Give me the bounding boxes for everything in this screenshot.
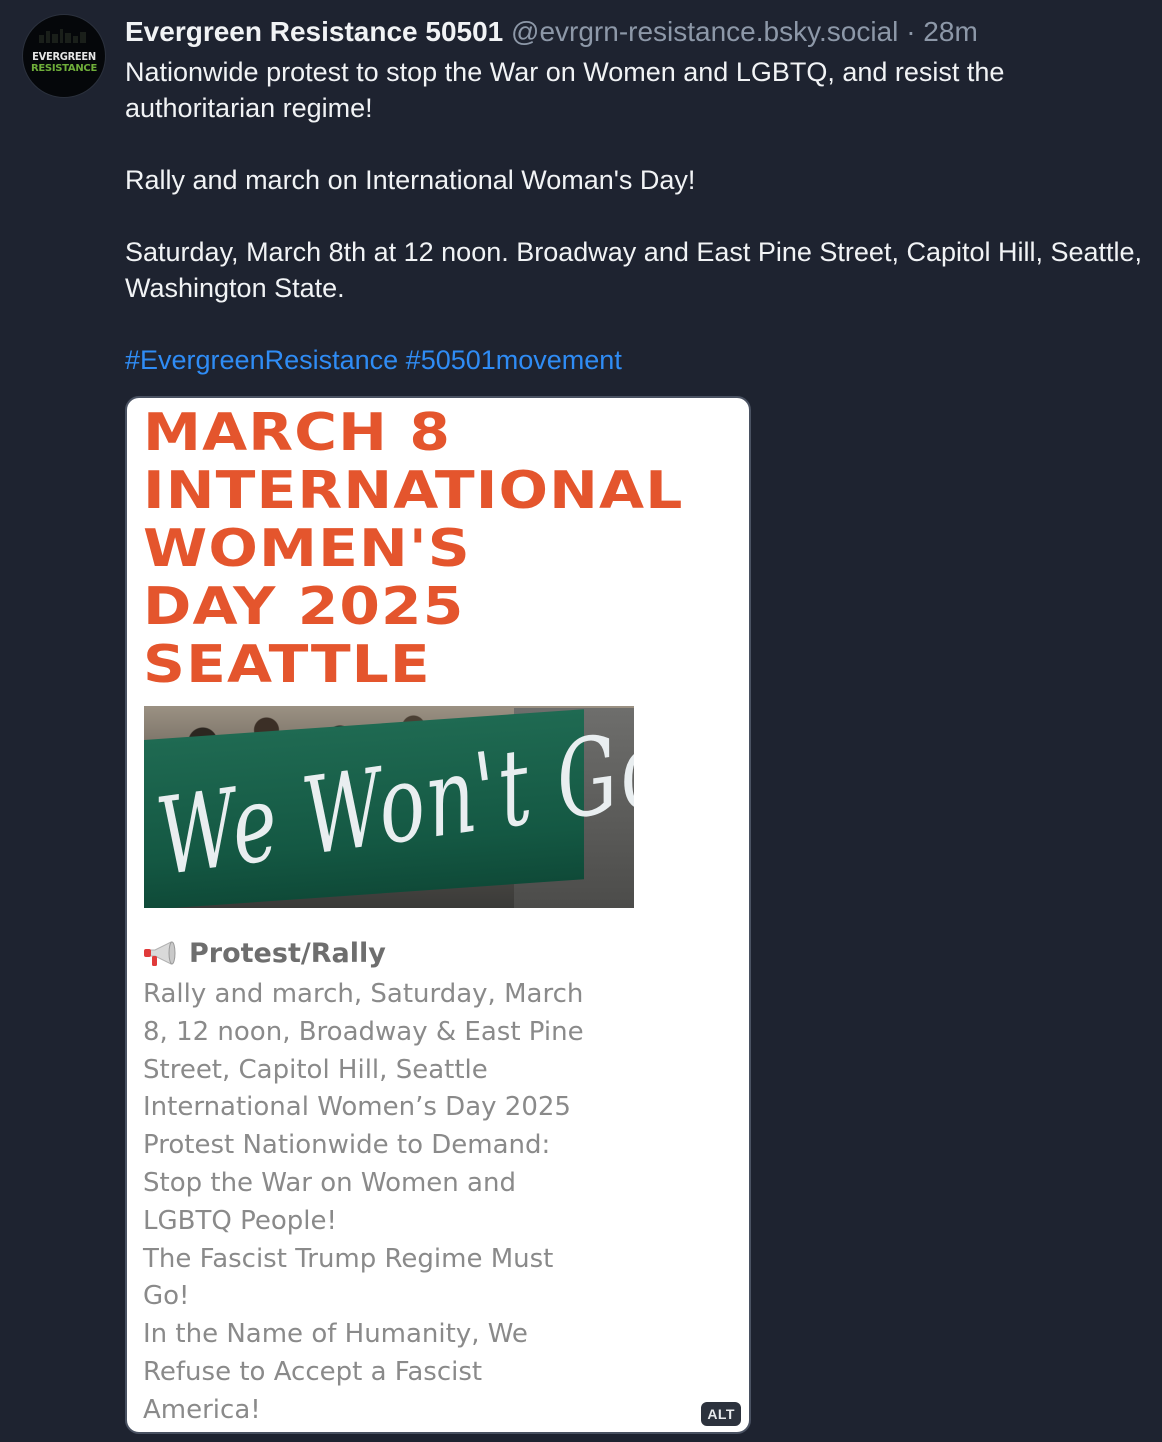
skyline-icon — [37, 29, 91, 43]
flyer-headline: MARCH 8 INTERNATIONAL WOMEN'S DAY 2025 S… — [143, 404, 683, 694]
post-text: Nationwide protest to stop the War on Wo… — [125, 54, 1145, 378]
headline-line: WOMEN'S — [143, 519, 471, 579]
body-line: In the Name of Humanity, We — [143, 1319, 528, 1350]
post-paragraph-2: Rally and march on International Woman's… — [125, 165, 696, 195]
avatar-text-evergreen: EVERGREEN — [32, 49, 96, 63]
body-line: Stop the War on Women and — [143, 1167, 516, 1198]
protest-photo: We Won't Go Back — [144, 706, 634, 908]
headline-line: DAY 2025 — [143, 577, 465, 637]
body-line: Refuse to Accept a Fascist — [143, 1356, 483, 1387]
post-paragraph-3: Saturday, March 8th at 12 noon. Broadway… — [125, 237, 1143, 303]
body-line: Protest Nationwide to Demand: — [143, 1130, 551, 1161]
body-line: The Fascist Trump Regime Must — [143, 1243, 554, 1274]
hashtag-50501movement[interactable]: #50501movement — [406, 345, 622, 375]
megaphone-icon — [144, 941, 176, 966]
flyer-details: Protest/Rally Rally and march, Saturday,… — [143, 936, 613, 1430]
avatar-text-resistance: RESISTANCE — [31, 62, 97, 74]
timestamp[interactable]: 28m — [923, 16, 977, 47]
post-header: Evergreen Resistance 50501 @evrgrn-resis… — [125, 14, 1145, 50]
separator-dot: · — [906, 16, 916, 47]
headline-line: MARCH 8 — [143, 403, 451, 463]
body-line: Go! — [143, 1281, 190, 1312]
avatar[interactable]: EVERGREEN RESISTANCE — [22, 14, 106, 98]
embedded-image[interactable]: MARCH 8 INTERNATIONAL WOMEN'S DAY 2025 S… — [125, 396, 751, 1434]
post: Evergreen Resistance 50501 @evrgrn-resis… — [125, 14, 1145, 378]
post-paragraph-1: Nationwide protest to stop the War on Wo… — [125, 57, 1005, 123]
hashtags: #EvergreenResistance #50501movement — [125, 342, 1145, 378]
headline-line: SEATTLE — [143, 635, 431, 695]
handle[interactable]: @evrgrn-resistance.bsky.social — [511, 16, 898, 47]
body-line: 8, 12 noon, Broadway & East Pine — [143, 1016, 584, 1047]
body-line: Rally and march, Saturday, March — [143, 979, 584, 1009]
section-header: Protest/Rally — [143, 936, 613, 972]
hashtag-evergreenresistance[interactable]: #EvergreenResistance — [125, 345, 398, 375]
body-line: America! — [143, 1394, 261, 1425]
body-line: LGBTQ People! — [143, 1205, 337, 1236]
display-name[interactable]: Evergreen Resistance 50501 — [125, 16, 503, 47]
section-title: Protest/Rally — [189, 938, 386, 969]
flyer-body-text: Rally and march, Saturday, March 8, 12 n… — [143, 976, 613, 1430]
body-line: International Women’s Day 2025 — [143, 1092, 571, 1123]
headline-line: INTERNATIONAL — [143, 461, 684, 521]
alt-text-button[interactable]: ALT — [701, 1402, 741, 1426]
body-line: Street, Capitol Hill, Seattle — [143, 1054, 488, 1085]
